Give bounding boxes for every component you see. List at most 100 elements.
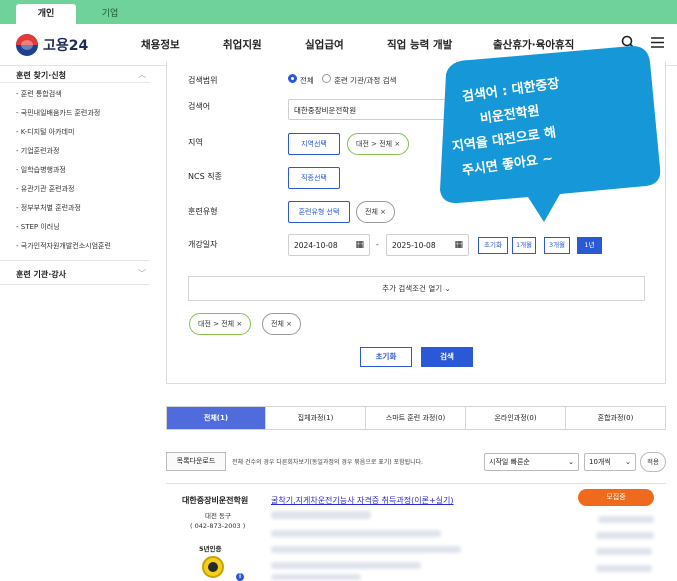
start-date-label: 개강일자 [188,240,218,249]
search-button[interactable]: 검색 [421,347,473,367]
chevron-down-icon: ⌄ [568,458,574,466]
chevron-down-icon[interactable]: ﹀ [138,268,146,279]
menu-icon[interactable] [650,35,665,50]
calendar-icon[interactable]: ▦ [454,240,463,250]
nav-unemployment-benefit[interactable]: 실업급여 [305,37,344,52]
nav-vocational-training[interactable]: 직업 능력 개발 [387,37,452,52]
tab-smart[interactable]: 스마트 훈련 과정(0) [366,407,466,429]
date-from-input[interactable]: 2024-10-08 ▦ [288,234,370,256]
org-phone: ( 042-873-2003 ) [190,522,246,530]
radio-scope-all[interactable] [288,74,297,83]
blurred-text [596,532,654,539]
keyword-value: 대한중장비운전학원 [294,106,357,115]
ncs-select-button[interactable]: 직종선택 [288,167,340,189]
radio-scope-all-label: 전체 [300,76,314,85]
close-icon[interactable]: × [380,208,386,216]
period-1month-button[interactable]: 1개월 [512,237,536,254]
ncs-label: NCS 직종 [188,172,222,181]
selected-type-chip[interactable]: 전체 × [262,313,301,335]
result-note: 전체 건수의 경우 다른회차보기(동일과정의 경우 묶음으로 표기) 포함됩니다… [232,459,424,466]
sidebar-item[interactable]: - K-디지털 아카데미 [16,127,74,137]
close-icon[interactable]: × [394,140,400,148]
selected-region-chip[interactable]: 대전 > 전체 × [189,313,252,335]
certification-medal-icon [202,556,224,578]
close-icon[interactable]: × [286,320,292,328]
close-icon[interactable]: × [236,320,242,328]
org-region: 대전 동구 [205,512,231,520]
sidebar-divider [0,284,150,285]
logo-mark-icon [16,34,38,56]
blurred-text [271,546,461,553]
blurred-text [596,565,652,572]
sidebar-section-training-search[interactable]: 훈련 찾기·신청 [16,70,66,81]
radio-scope-org[interactable] [322,74,331,83]
more-conditions-toggle[interactable]: 추가 검색조건 열기 ⌄ [188,276,645,301]
sort-select[interactable]: 시작일 빠른순 ⌄ [484,453,579,471]
download-list-button[interactable]: 목록다운로드 [166,452,226,471]
tab-business[interactable]: 기업 [80,4,140,24]
tab-personal[interactable]: 개인 [16,4,76,24]
chevron-up-icon[interactable]: ︿ [138,69,146,80]
sidebar-section-training-org[interactable]: 훈련 기관·강사 [16,269,66,280]
status-badge: 모집중 [578,489,654,506]
sidebar-item[interactable]: - 훈련 통합검색 [16,89,62,99]
apply-button[interactable]: 적용 [640,452,666,472]
sidebar-item[interactable]: - 국가인적자원개발컨소시엄훈련 [16,241,111,251]
date-separator: - [376,240,379,249]
tab-all[interactable]: 전체(1) [167,407,266,429]
region-chip[interactable]: 대전 > 전체 × [347,133,410,155]
tab-blended[interactable]: 혼합과정(0) [566,407,665,429]
date-to-input[interactable]: 2025-10-08 ▦ [386,234,469,256]
region-extra-label: 훈련포함 [592,140,620,149]
region-chip-label: 대전 > 전체 [356,140,393,148]
page-size-select[interactable]: 10개씩 ⌄ [584,453,636,471]
sidebar-item[interactable]: - 국민내일배움카드 훈련과정 [16,108,100,118]
page-size-value: 10개씩 [589,458,611,466]
site-header: 고용24 채용정보 취업지원 실업급여 직업 능력 개발 출산휴가·육아휴직 [0,24,677,66]
calendar-icon[interactable]: ▦ [355,240,364,250]
course-title-link[interactable]: 굴착기,지게차운전기능사 자격증 취득과정(이론+실기) [271,495,454,506]
blurred-tag [271,511,371,519]
result-divider [166,483,666,484]
sidebar-item[interactable]: - STEP 이러닝 [16,222,60,232]
top-tab-bar: 개인 기업 [0,0,677,24]
info-icon[interactable]: i [236,573,244,581]
training-type-chip-label: 전체 [365,208,378,216]
sidebar-item[interactable]: - 정부부처별 훈련과정 [16,203,81,213]
keyword-input[interactable]: 대한중장비운전학원 × [288,99,645,120]
training-type-button[interactable]: 훈련유형 선택 [288,201,350,223]
sort-select-value: 시작일 빠른순 [489,458,530,466]
region-select-button[interactable]: 지역선택 [288,133,340,155]
site-logo[interactable]: 고용24 [16,34,88,56]
sidebar-divider [0,260,150,261]
scope-label: 검색범위 [188,76,218,85]
keyword-label: 검색어 [188,102,211,111]
reset-button[interactable]: 초기화 [360,347,412,367]
sidebar-item[interactable]: - 유관기관 훈련과정 [16,184,75,194]
training-type-label: 훈련유형 [188,207,218,216]
result-tabs: 전체(1) 집체과정(1) 스마트 훈련 과정(0) 온라인과정(0) 혼합과정… [166,406,666,430]
period-1year-button[interactable]: 1년 [577,237,602,254]
nav-employment-support[interactable]: 취업지원 [223,37,262,52]
tab-classroom[interactable]: 집체과정(1) [266,407,366,429]
region-label: 지역 [188,138,203,147]
sidebar-item[interactable]: - 일학습병행과정 [16,165,66,175]
logo-text: 고용24 [43,38,89,54]
org-name[interactable]: 대한중장비운전학원 [182,495,248,506]
info-icon[interactable]: i [637,139,645,147]
blurred-text [271,530,441,537]
period-reset-button[interactable]: 초기화 [478,237,508,254]
period-3month-button[interactable]: 3개월 [544,237,570,254]
selected-region-chip-label: 대전 > 전체 [198,320,235,328]
clear-icon[interactable]: × [631,103,639,113]
chevron-down-icon: ⌄ [625,458,631,466]
sidebar-divider [0,82,150,83]
nav-parental-leave[interactable]: 출산휴가·육아휴직 [493,37,574,52]
search-icon[interactable] [621,35,636,50]
sidebar-item[interactable]: - 기업훈련과정 [16,146,59,156]
nav-jobs[interactable]: 채용정보 [141,37,180,52]
chevron-down-icon: ⌄ [444,284,451,293]
tab-online[interactable]: 온라인과정(0) [466,407,566,429]
training-type-chip[interactable]: 전체 × [356,201,395,223]
cert-label: 5년인증 [199,545,222,553]
